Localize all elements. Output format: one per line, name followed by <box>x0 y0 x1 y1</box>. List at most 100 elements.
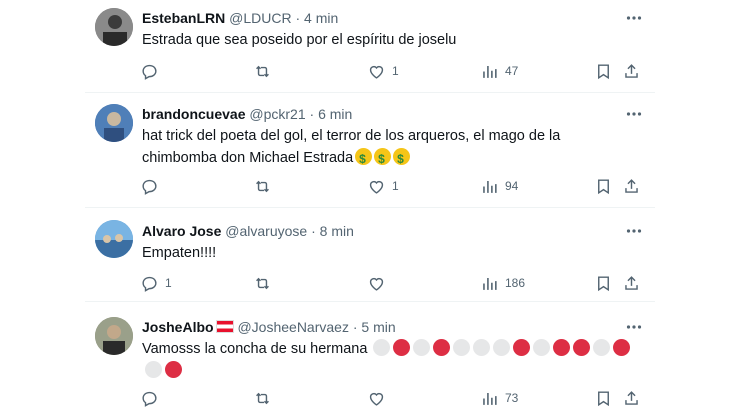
reply-feed: EstebanLRN @LDUCR · 4 min Estrada que se… <box>85 0 655 416</box>
action-bar: 1 94 <box>140 175 640 197</box>
like-count: 1 <box>392 64 399 78</box>
like-icon <box>369 392 384 406</box>
action-bar: 1 47 <box>140 60 640 82</box>
bookmark-button[interactable] <box>594 387 613 409</box>
views-count: 47 <box>505 64 519 78</box>
red-circle-emoji <box>573 339 591 356</box>
bookmark-icon <box>598 390 609 406</box>
share-icon <box>625 178 638 193</box>
display-name[interactable]: JosheAlbo <box>142 319 214 335</box>
tweet[interactable]: brandoncuevae @pckr21 · 6 min hat trick … <box>85 92 655 208</box>
repost-button[interactable] <box>253 387 278 409</box>
red-circle-emoji <box>513 339 531 356</box>
display-name[interactable]: EstebanLRN <box>142 10 225 26</box>
tweet[interactable]: EstebanLRN @LDUCR · 4 min Estrada que se… <box>85 0 655 93</box>
user-handle[interactable]: @alvaruyose <box>225 223 307 239</box>
reply-button[interactable]: 1 <box>140 272 172 294</box>
timestamp[interactable]: 8 min <box>320 223 354 239</box>
views-button[interactable]: 186 <box>480 272 525 294</box>
bookmark-icon <box>598 275 609 291</box>
share-button[interactable] <box>622 272 641 294</box>
reply-button[interactable] <box>140 175 165 197</box>
red-circle-emoji <box>433 339 451 356</box>
money-mouth-face-emoji <box>393 148 411 170</box>
bookmark-icon <box>598 63 609 79</box>
separator: · <box>295 10 301 26</box>
separator: · <box>352 319 358 335</box>
austria-flag-icon <box>215 320 234 333</box>
share-button[interactable] <box>622 387 641 409</box>
more-icon[interactable] <box>625 318 643 336</box>
more-icon[interactable] <box>625 9 643 27</box>
avatar[interactable] <box>95 104 133 142</box>
red-circle-emoji <box>553 339 571 356</box>
tweet-header: Alvaro Jose @alvaruyose · 8 min <box>142 222 354 240</box>
tweet[interactable]: JosheAlbo @JosheeNarvaez · 5 min Vamosss… <box>85 301 655 416</box>
tweet-text-line: chimbomba don Michael Estrada <box>142 147 612 170</box>
reply-icon <box>142 64 157 80</box>
display-name[interactable]: brandoncuevae <box>142 106 245 122</box>
separator: · <box>309 106 315 122</box>
views-icon <box>483 180 497 193</box>
action-bar: 1 186 <box>140 272 640 294</box>
bookmark-button[interactable] <box>594 272 613 294</box>
money-mouth-face-emoji <box>355 148 373 170</box>
bookmark-button[interactable] <box>594 60 613 82</box>
tweet-text: Estrada que sea poseido por el espíritu … <box>142 32 457 48</box>
tweet-text: Empaten!!!! <box>142 245 217 261</box>
tweet-header: EstebanLRN @LDUCR · 4 min <box>142 9 338 27</box>
views-button[interactable]: 94 <box>480 175 518 197</box>
user-handle[interactable]: @LDUCR <box>229 10 291 26</box>
more-icon[interactable] <box>625 105 643 123</box>
timestamp[interactable]: 6 min <box>318 106 352 122</box>
like-icon <box>369 180 384 194</box>
like-button[interactable] <box>367 272 392 294</box>
repost-button[interactable] <box>253 272 278 294</box>
like-count: 1 <box>392 179 399 193</box>
white-circle-emoji <box>593 339 611 356</box>
repost-button[interactable] <box>253 175 278 197</box>
like-button[interactable]: 1 <box>367 175 399 197</box>
reply-button[interactable] <box>140 387 165 409</box>
white-circle-emoji <box>373 339 391 356</box>
avatar[interactable] <box>95 220 133 258</box>
share-button[interactable] <box>622 60 641 82</box>
reply-icon <box>142 391 157 407</box>
views-icon <box>483 392 497 405</box>
repost-icon <box>256 65 269 77</box>
user-handle[interactable]: @JosheeNarvaez <box>237 319 349 335</box>
like-button[interactable]: 1 <box>367 60 399 82</box>
share-icon <box>625 63 638 78</box>
tweet-text-line: hat trick del poeta del gol, el terror d… <box>142 128 561 144</box>
share-button[interactable] <box>622 175 641 197</box>
like-button[interactable] <box>367 387 392 409</box>
repost-icon <box>256 277 269 289</box>
avatar[interactable] <box>95 317 133 355</box>
repost-icon <box>256 392 269 404</box>
display-name[interactable]: Alvaro Jose <box>142 223 221 239</box>
bookmark-button[interactable] <box>594 175 613 197</box>
white-circle-emoji <box>473 339 491 356</box>
share-icon <box>625 390 638 405</box>
money-mouth-face-emoji <box>374 148 392 170</box>
repost-button[interactable] <box>253 60 278 82</box>
repost-icon <box>256 180 269 192</box>
more-icon[interactable] <box>625 222 643 240</box>
share-icon <box>625 275 638 290</box>
tweet-text: hat trick del poeta del gol, el terror d… <box>142 125 612 170</box>
timestamp[interactable]: 5 min <box>361 319 395 335</box>
user-handle[interactable]: @pckr21 <box>249 106 305 122</box>
reply-icon <box>142 276 157 292</box>
white-circle-emoji <box>453 339 471 356</box>
red-circle-emoji <box>165 361 182 378</box>
white-circle-emoji <box>493 339 511 356</box>
tweet[interactable]: Alvaro Jose @alvaruyose · 8 min Empaten!… <box>85 207 655 302</box>
timestamp[interactable]: 4 min <box>304 10 338 26</box>
tweet-text-line2: chimbomba don Michael Estrada <box>142 150 354 166</box>
tweet-text: Vamosss la concha de su hermana <box>142 338 642 382</box>
reply-button[interactable] <box>140 60 165 82</box>
views-button[interactable]: 47 <box>480 60 518 82</box>
views-button[interactable]: 73 <box>480 387 518 409</box>
avatar[interactable] <box>95 8 133 46</box>
views-count: 186 <box>505 276 526 290</box>
